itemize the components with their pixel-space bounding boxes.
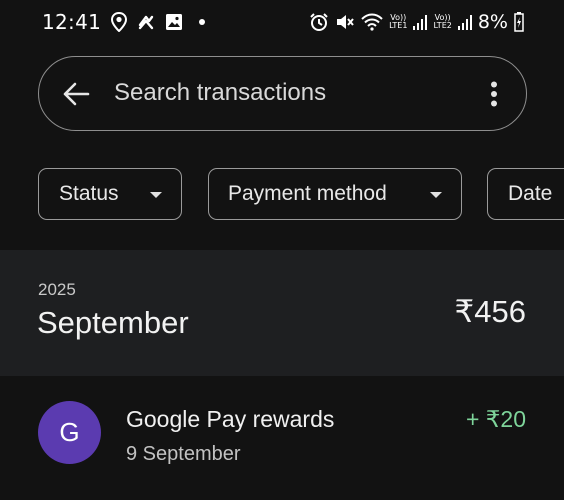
chevron-down-icon bbox=[430, 192, 442, 198]
search-input[interactable]: Search transactions bbox=[114, 57, 326, 129]
month-summary: 2025 September ₹456 bbox=[0, 250, 564, 376]
month-total: ₹456 bbox=[454, 294, 526, 329]
location-icon bbox=[111, 12, 128, 32]
status-right: Vo)) LTE1 Vo)) LTE2 8% bbox=[309, 11, 524, 33]
sync-icon bbox=[137, 13, 155, 31]
notification-dot-icon bbox=[199, 19, 206, 25]
status-filter-label: Status bbox=[59, 182, 119, 205]
sim1-lte: LTE1 bbox=[389, 21, 408, 30]
date-filter-chip[interactable]: Date bbox=[487, 168, 564, 220]
status-left: 12:41 bbox=[42, 10, 206, 34]
transaction-name: Google Pay rewards bbox=[126, 406, 335, 432]
clock: 12:41 bbox=[42, 10, 102, 34]
date-filter-label: Date bbox=[508, 182, 553, 205]
payment-method-filter-label: Payment method bbox=[228, 182, 387, 205]
search-bar[interactable]: Search transactions bbox=[38, 56, 527, 131]
month-year: 2025 bbox=[38, 280, 76, 299]
transaction-amount: + ₹20 bbox=[465, 406, 526, 432]
gallery-icon bbox=[165, 13, 183, 31]
mute-icon bbox=[335, 12, 355, 32]
chevron-down-icon bbox=[150, 192, 162, 198]
avatar: G bbox=[38, 401, 101, 464]
sim2-label: Vo)) LTE2 bbox=[433, 14, 451, 30]
alarm-icon bbox=[309, 12, 329, 32]
sim1-label: Vo)) LTE1 bbox=[389, 14, 407, 30]
battery-level: 8% bbox=[477, 11, 508, 33]
sim1-signal-icon bbox=[413, 13, 428, 31]
more-options-icon[interactable] bbox=[490, 81, 498, 107]
battery-icon bbox=[514, 12, 524, 32]
payment-method-filter-chip[interactable]: Payment method bbox=[208, 168, 462, 220]
transaction-date: 9 September bbox=[126, 443, 241, 465]
transaction-row[interactable]: G Google Pay rewards 9 September + ₹20 bbox=[0, 376, 564, 500]
wifi-icon bbox=[361, 13, 383, 31]
status-filter-chip[interactable]: Status bbox=[38, 168, 182, 220]
status-bar: 12:41 Vo)) LTE1 Vo)) LTE2 8% bbox=[0, 0, 564, 44]
sim2-lte: LTE2 bbox=[433, 21, 452, 30]
month-name: September bbox=[37, 305, 189, 340]
back-arrow-icon[interactable] bbox=[61, 79, 91, 109]
sim2-signal-icon bbox=[457, 13, 472, 31]
